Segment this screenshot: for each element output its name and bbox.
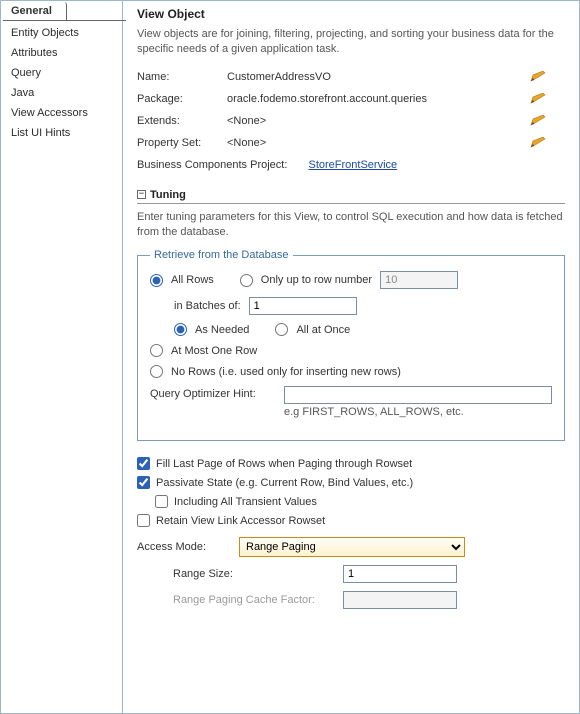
optimizer-hint-label: Query Optimizer Hint:	[150, 386, 276, 400]
range-size-input[interactable]	[343, 565, 457, 583]
access-mode-label: Access Mode:	[137, 541, 233, 553]
prop-propset-label: Property Set:	[137, 137, 227, 149]
range-cache-input	[343, 591, 457, 609]
at-most-one-label: At Most One Row	[171, 345, 257, 357]
radio-only-up-to[interactable]	[240, 274, 253, 287]
nav-item-query[interactable]: Query	[1, 63, 122, 83]
edit-extends-icon[interactable]	[529, 115, 547, 127]
nav-item-java[interactable]: Java	[1, 83, 122, 103]
side-nav: General Entity Objects Attributes Query …	[1, 1, 123, 713]
passivate-state-label: Passivate State (e.g. Current Row, Bind …	[156, 477, 413, 489]
including-transient-label: Including All Transient Values	[174, 496, 317, 508]
edit-package-icon[interactable]	[529, 93, 547, 105]
no-rows-label: No Rows (i.e. used only for inserting ne…	[171, 366, 401, 378]
as-needed-label: As Needed	[195, 324, 249, 336]
page-description: View objects are for joining, filtering,…	[137, 27, 565, 57]
prop-extends-label: Extends:	[137, 115, 227, 127]
fill-last-page-label: Fill Last Page of Rows when Paging throu…	[156, 458, 412, 470]
bcp-label: Business Components Project:	[137, 159, 287, 171]
prop-propset-value: <None>	[227, 137, 427, 149]
range-cache-label: Range Paging Cache Factor:	[173, 594, 337, 606]
collapse-tuning-icon[interactable]: −	[137, 190, 146, 199]
radio-no-rows[interactable]	[150, 365, 163, 378]
retrieve-legend: Retrieve from the Database	[150, 249, 293, 261]
radio-at-most-one[interactable]	[150, 344, 163, 357]
in-batches-label: in Batches of:	[174, 300, 241, 312]
optimizer-hint-example: e.g FIRST_ROWS, ALL_ROWS, etc.	[284, 406, 552, 418]
retain-vla-label: Retain View Link Accessor Rowset	[156, 515, 325, 527]
only-up-to-label: Only up to row number	[261, 274, 372, 286]
tab-general[interactable]: General	[3, 2, 67, 21]
all-at-once-label: All at Once	[296, 324, 350, 336]
prop-name-value: CustomerAddressVO	[227, 71, 427, 83]
chk-retain-vla[interactable]	[137, 514, 150, 527]
retrieve-fieldset: Retrieve from the Database All Rows Only…	[137, 249, 565, 441]
nav-list: Entity Objects Attributes Query Java Vie…	[1, 21, 122, 143]
all-rows-label: All Rows	[171, 274, 214, 286]
chk-fill-last-page[interactable]	[137, 457, 150, 470]
edit-name-icon[interactable]	[529, 71, 547, 83]
chk-including-transient[interactable]	[155, 495, 168, 508]
in-batches-input[interactable]	[249, 297, 357, 315]
tuning-title: Tuning	[150, 189, 186, 201]
nav-item-entity-objects[interactable]: Entity Objects	[1, 23, 122, 43]
prop-package-value: oracle.fodemo.storefront.account.queries	[227, 93, 427, 105]
prop-extends-value: <None>	[227, 115, 427, 127]
optimizer-hint-input[interactable]	[284, 386, 552, 404]
radio-all-at-once[interactable]	[275, 323, 288, 336]
chk-passivate-state[interactable]	[137, 476, 150, 489]
page-title: View Object	[137, 7, 565, 21]
access-mode-select[interactable]: Range Paging	[239, 537, 465, 557]
properties-grid: Name: CustomerAddressVO Package: oracle.…	[137, 71, 565, 149]
radio-as-needed[interactable]	[174, 323, 187, 336]
prop-name-label: Name:	[137, 71, 227, 83]
prop-package-label: Package:	[137, 93, 227, 105]
nav-item-view-accessors[interactable]: View Accessors	[1, 103, 122, 123]
nav-item-attributes[interactable]: Attributes	[1, 43, 122, 63]
edit-propset-icon[interactable]	[529, 137, 547, 149]
only-up-to-input	[380, 271, 458, 289]
main-panel: View Object View objects are for joining…	[123, 1, 579, 713]
nav-item-list-ui-hints[interactable]: List UI Hints	[1, 123, 122, 143]
range-size-label: Range Size:	[173, 568, 337, 580]
tuning-description: Enter tuning parameters for this View, t…	[137, 210, 565, 240]
radio-all-rows[interactable]	[150, 274, 163, 287]
bcp-link[interactable]: StoreFrontService	[308, 159, 397, 171]
